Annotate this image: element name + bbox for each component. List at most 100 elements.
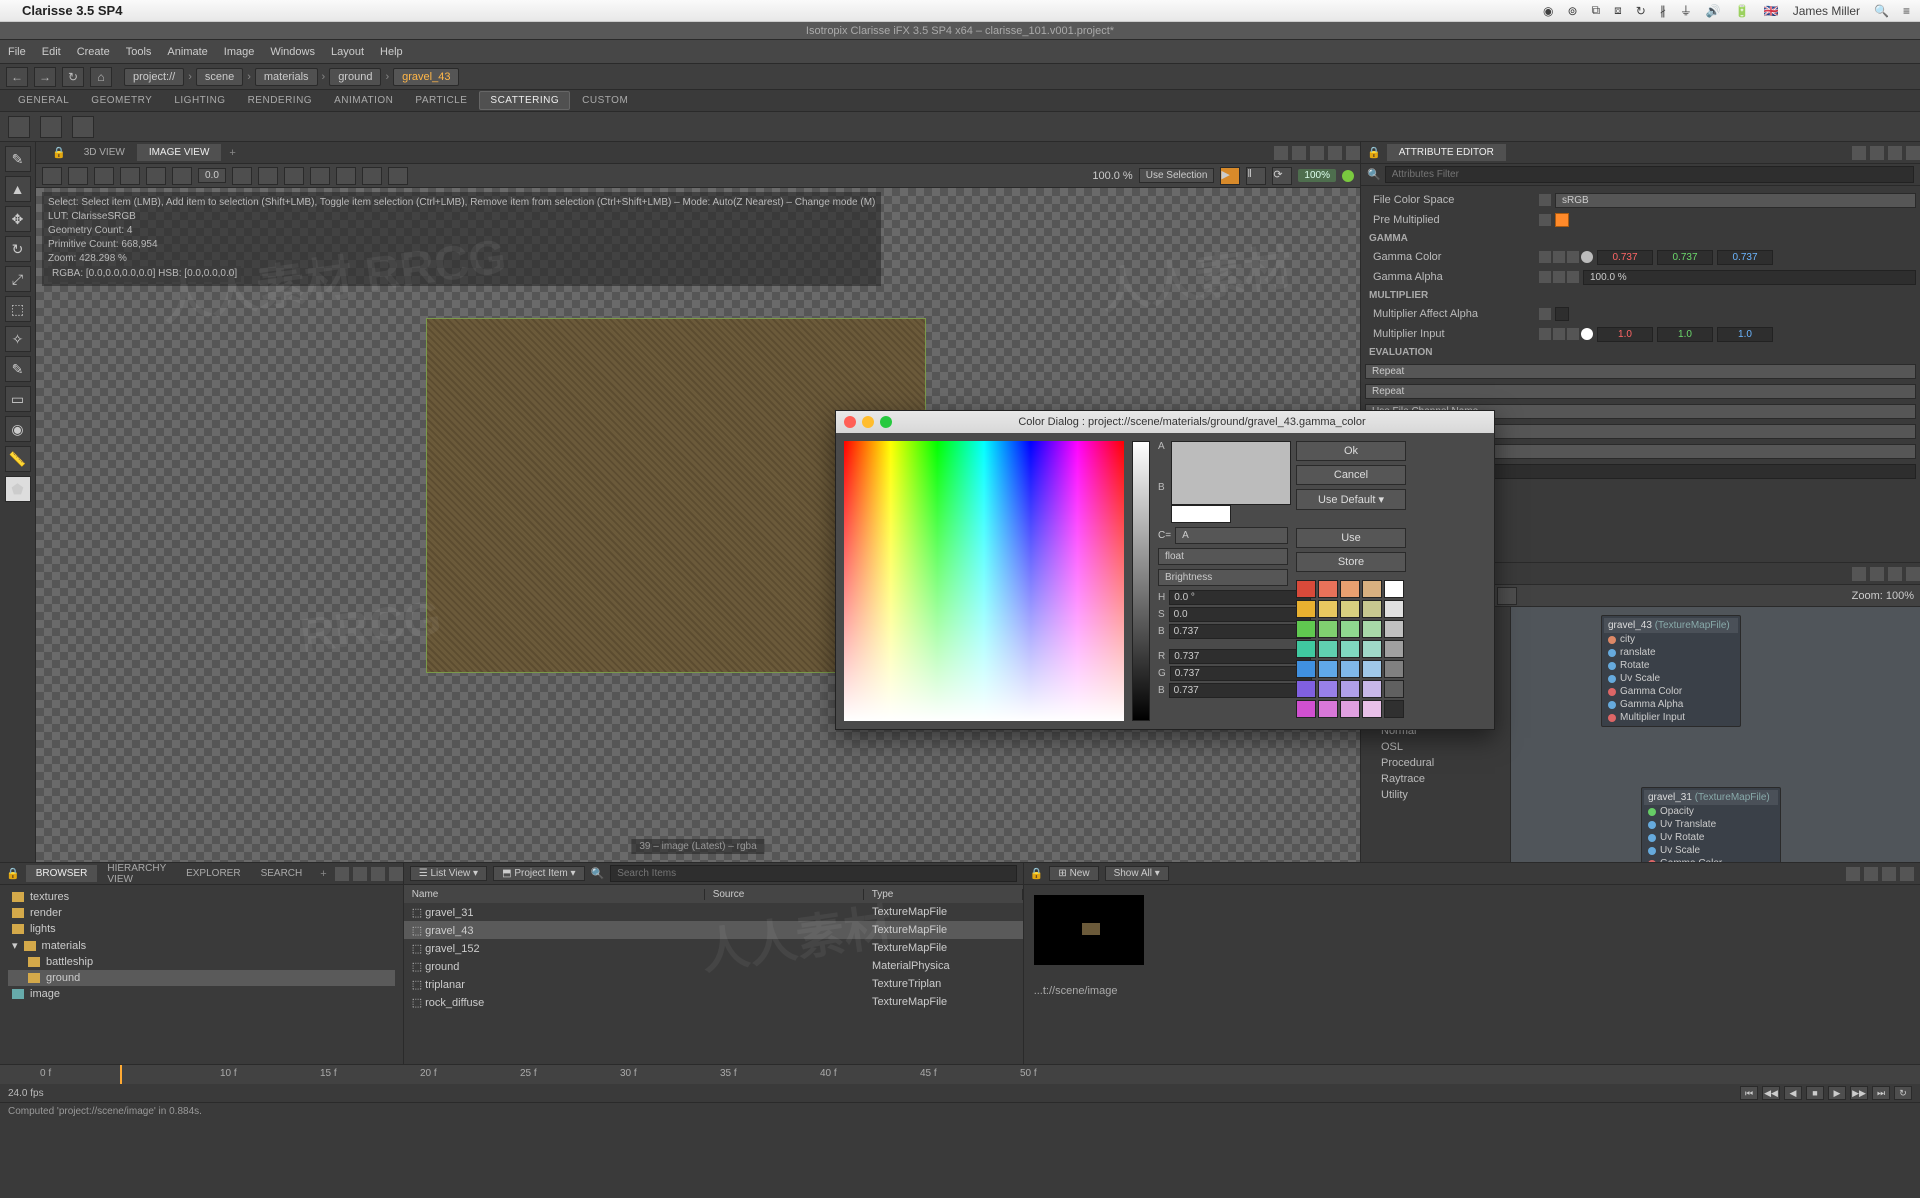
vt-icon[interactable] [120, 167, 140, 185]
vt-icon[interactable] [42, 167, 62, 185]
play-icon[interactable]: ▶ [1220, 167, 1240, 185]
close-icon[interactable] [1906, 567, 1920, 581]
tab-explorer[interactable]: EXPLORER [176, 865, 250, 882]
menu-extra-icon[interactable]: ⧉ [1592, 3, 1601, 18]
lock-icon[interactable]: 🔒 [46, 143, 72, 162]
panel-icon[interactable] [1870, 146, 1884, 160]
tab-geometry[interactable]: GEOMETRY [81, 92, 162, 109]
shelf-icon[interactable] [72, 116, 94, 138]
color-swatch[interactable] [1318, 680, 1338, 698]
color-swatch[interactable] [1384, 700, 1404, 718]
marquee-tool-icon[interactable]: ▭ [5, 386, 31, 412]
ok-button[interactable]: Ok [1296, 441, 1406, 461]
lock-icon[interactable]: 🔒 [1361, 143, 1387, 162]
tree-item[interactable]: render [8, 905, 395, 921]
color-swatch[interactable] [1296, 680, 1316, 698]
search-icon[interactable]: 🔍 [1874, 4, 1889, 18]
brightness-slider[interactable] [1132, 441, 1150, 721]
node-tool-icon[interactable] [1497, 587, 1517, 605]
tab-custom[interactable]: CUSTOM [572, 92, 638, 109]
menu-animate[interactable]: Animate [167, 46, 207, 58]
color-swatch[interactable] [1384, 640, 1404, 658]
repeat-select[interactable]: Repeat [1365, 364, 1916, 379]
tab-lighting[interactable]: LIGHTING [164, 92, 235, 109]
mult-r[interactable]: 1.0 [1597, 327, 1653, 342]
selection-mode[interactable]: Use Selection [1139, 168, 1215, 183]
breadcrumb-seg[interactable]: materials [255, 68, 318, 86]
color-swatch[interactable] [1384, 660, 1404, 678]
tree-item[interactable]: Raytrace [1365, 771, 1506, 787]
gamma-g[interactable]: 0.737 [1657, 250, 1713, 265]
store-button[interactable]: Store [1296, 552, 1406, 572]
node-canvas[interactable]: gravel_43 (TextureMapFile) city ranslate… [1511, 607, 1920, 862]
breadcrumb-seg[interactable]: scene [196, 68, 243, 86]
list-view-select[interactable]: ☰ List View ▾ [410, 866, 487, 881]
r-input[interactable] [1169, 649, 1311, 664]
color-swatch-a[interactable] [1171, 441, 1291, 505]
vt-icon[interactable] [94, 167, 114, 185]
close-icon[interactable] [844, 416, 856, 428]
brightness-select[interactable]: Brightness [1158, 569, 1288, 586]
timeline-ruler[interactable]: 0 f 10 f 15 f 20 f 25 f 30 f 35 f 40 f 4… [0, 1065, 1920, 1084]
menu-extra-icon[interactable]: ◉ [1543, 4, 1553, 18]
dropbox-icon[interactable]: ⧈ [1614, 3, 1622, 18]
color-swatch[interactable] [1296, 660, 1316, 678]
menu-tools[interactable]: Tools [126, 46, 152, 58]
show-all-select[interactable]: Show All ▾ [1105, 866, 1169, 881]
float-select[interactable]: float [1158, 548, 1288, 565]
h-input[interactable] [1169, 590, 1311, 605]
vt-icon[interactable] [388, 167, 408, 185]
breadcrumb-seg[interactable]: ground [329, 68, 381, 86]
close-icon[interactable] [1900, 867, 1914, 881]
color-swatch[interactable] [1362, 600, 1382, 618]
breadcrumb-seg[interactable]: project:// [124, 68, 184, 86]
wifi-icon[interactable]: ⏚ [1680, 2, 1692, 19]
tool-icon[interactable]: ◉ [5, 416, 31, 442]
dialog-titlebar[interactable]: Color Dialog : project://scene/materials… [836, 411, 1494, 433]
menu-file[interactable]: File [8, 46, 26, 58]
attr-search-input[interactable] [1385, 166, 1914, 183]
vt-icon[interactable] [68, 167, 88, 185]
vt-icon[interactable] [284, 167, 304, 185]
tree-item[interactable]: lights [8, 921, 395, 937]
color-swatch[interactable] [1362, 640, 1382, 658]
vt-icon[interactable] [172, 167, 192, 185]
menu-layout[interactable]: Layout [331, 46, 364, 58]
tab-particle[interactable]: PARTICLE [405, 92, 477, 109]
tool-icon[interactable]: ⬟ [5, 476, 31, 502]
list-row[interactable]: ⬚ gravel_31TextureMapFile [404, 903, 1023, 921]
preview-thumbnail[interactable] [1034, 895, 1144, 965]
col-source[interactable]: Source [705, 889, 864, 900]
tree-item[interactable]: textures [8, 889, 395, 905]
tree-item[interactable]: battleship [8, 954, 395, 970]
bluetooth-icon[interactable]: ∦ [1660, 4, 1666, 18]
color-swatch[interactable] [1362, 580, 1382, 598]
use-button[interactable]: Use [1296, 528, 1406, 548]
loop-button[interactable]: ↻ [1894, 1086, 1912, 1100]
vt-icon[interactable] [362, 167, 382, 185]
panel-icon[interactable] [1274, 146, 1288, 160]
breadcrumb-active[interactable]: gravel_43 [393, 68, 459, 86]
gamma-r[interactable]: 0.737 [1597, 250, 1653, 265]
list-row[interactable]: ⬚ groundMaterialPhysica [404, 957, 1023, 975]
color-swatch[interactable] [1362, 680, 1382, 698]
play-button[interactable]: ▶ [1828, 1086, 1846, 1100]
list-row[interactable]: ⬚ gravel_152TextureMapFile [404, 939, 1023, 957]
color-swatch-b[interactable] [1171, 505, 1231, 523]
menu-image[interactable]: Image [224, 46, 255, 58]
color-swatch[interactable] [1340, 620, 1360, 638]
volume-icon[interactable]: 🔊 [1706, 4, 1721, 18]
skip-end-button[interactable]: ⏭ [1872, 1086, 1890, 1100]
scale-tool-icon[interactable]: ⤢ [5, 266, 31, 292]
color-swatch[interactable] [1296, 600, 1316, 618]
panel-icon[interactable] [1310, 146, 1324, 160]
refresh-button[interactable]: ↻ [62, 67, 84, 87]
forward-button[interactable]: → [34, 67, 56, 87]
s-input[interactable] [1169, 607, 1311, 622]
node-gravel-31[interactable]: gravel_31 (TextureMapFile) Opacity Uv Tr… [1641, 787, 1781, 862]
list-row[interactable]: ⬚ triplanarTextureTriplan [404, 975, 1023, 993]
project-item-select[interactable]: ⬒ Project Item ▾ [493, 866, 584, 881]
color-swatch[interactable] [1340, 600, 1360, 618]
tree-item-selected[interactable]: ground [8, 970, 395, 986]
tree-item[interactable]: ▾ materials [8, 937, 395, 954]
